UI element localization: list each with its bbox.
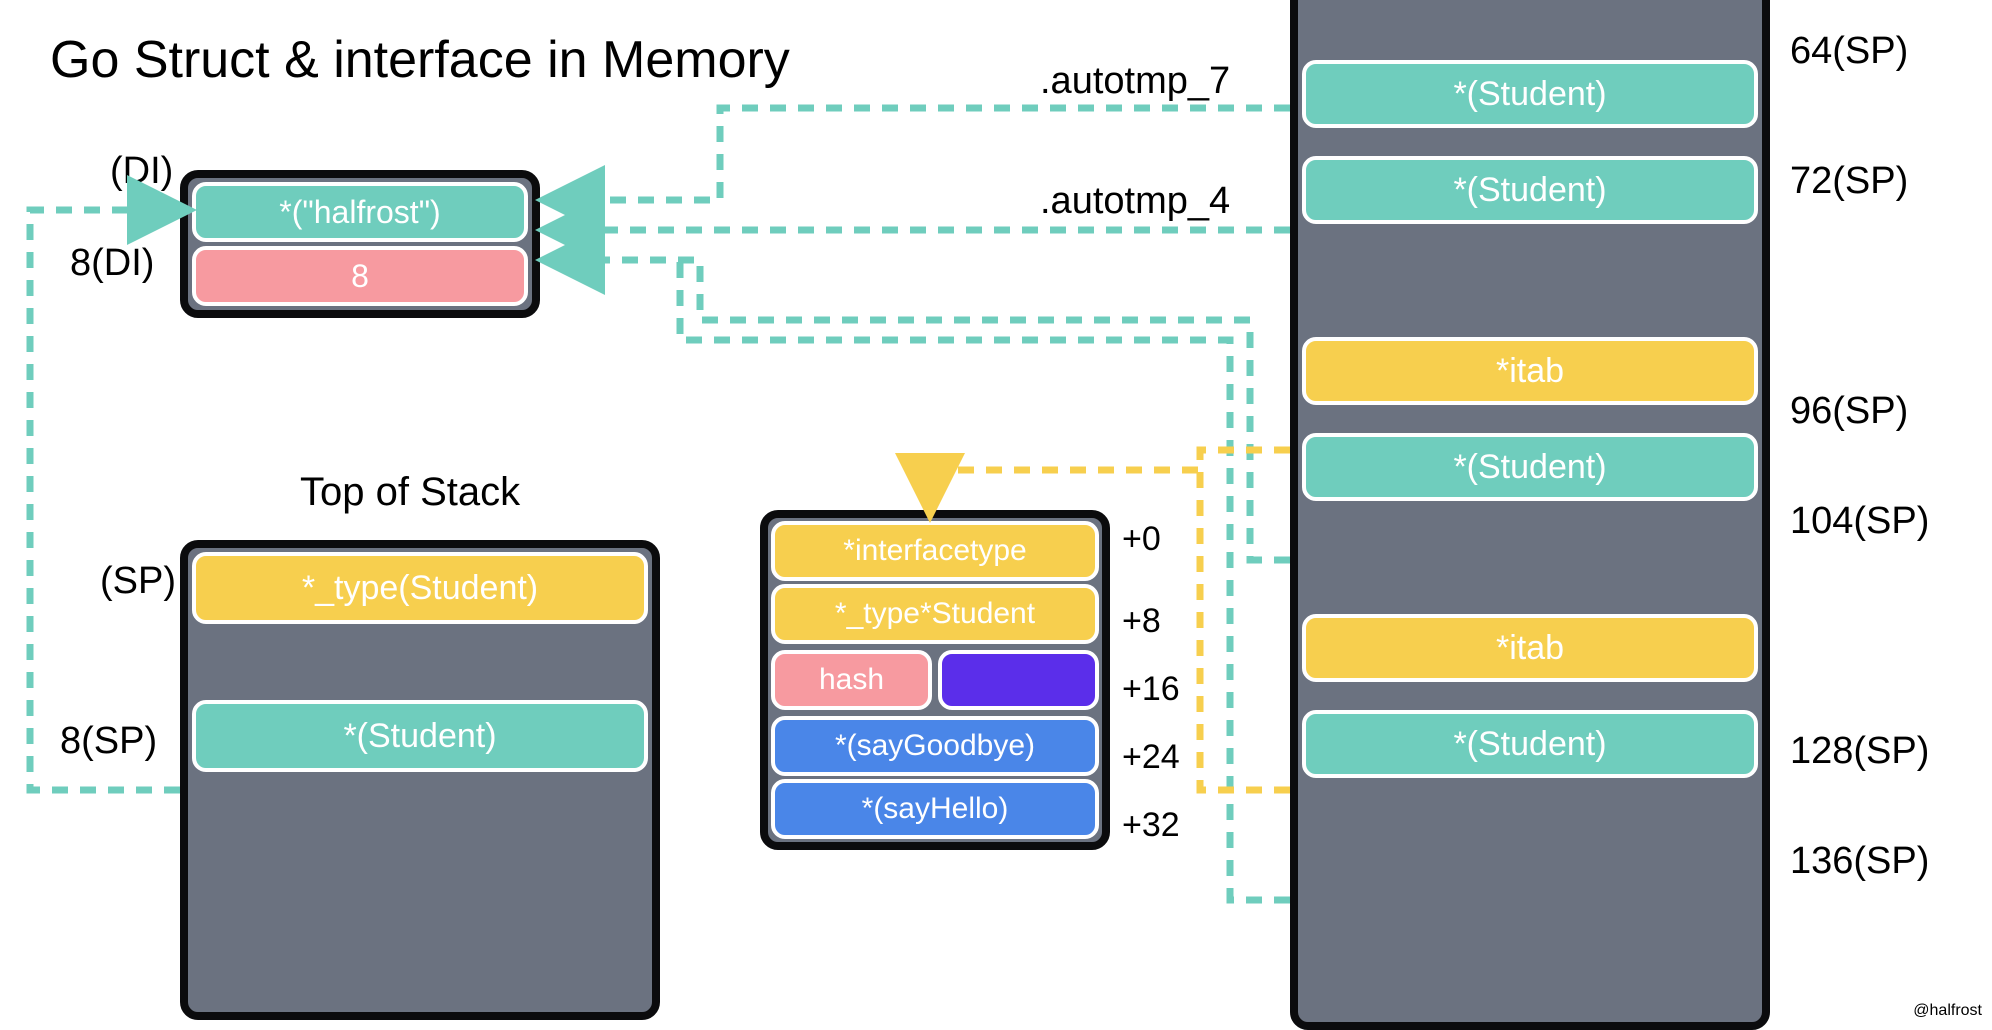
itab-offset-16: +16 — [1122, 670, 1180, 709]
watermark: @halfrost — [1913, 1002, 1982, 1020]
label-sp72: 72(SP) — [1790, 160, 1908, 203]
tos-cell-type-student: *_type(Student) — [192, 552, 648, 624]
itab-cell-interfacetype: *interfacetype — [771, 521, 1099, 581]
itab-offset-8: +8 — [1122, 602, 1161, 641]
label-autotmp4: .autotmp_4 — [1040, 180, 1230, 223]
label-sp96: 96(SP) — [1790, 390, 1908, 433]
label-sp: (SP) — [100, 560, 176, 603]
itab-cell-pad — [938, 650, 1099, 710]
itab-cell-type-student: *_type*Student — [771, 584, 1099, 644]
itab-cell-hash: hash — [771, 650, 932, 710]
label-autotmp7: .autotmp_7 — [1040, 60, 1230, 103]
page-title: Go Struct & interface in Memory — [50, 30, 790, 90]
itab-cell-sayhello: *(sayHello) — [771, 779, 1099, 839]
label-8sp: 8(SP) — [60, 720, 157, 763]
label-sp128: 128(SP) — [1790, 730, 1929, 773]
rstack-cell-72: *(Student) — [1302, 156, 1758, 224]
itab-offset-0: +0 — [1122, 520, 1161, 559]
label-sp136: 136(SP) — [1790, 840, 1929, 883]
label-sp64: 64(SP) — [1790, 30, 1908, 73]
di-cell-8: 8 — [192, 246, 528, 306]
itab-offset-24: +24 — [1122, 738, 1180, 777]
rstack-cell-128: *itab — [1302, 614, 1758, 682]
di-cell-halfrost: *("halfrost") — [192, 182, 528, 242]
itab-cell-saygoodbye: *(sayGoodbye) — [771, 716, 1099, 776]
heading-top-of-stack: Top of Stack — [300, 470, 520, 515]
rstack-cell-64: *(Student) — [1302, 60, 1758, 128]
label-sp104: 104(SP) — [1790, 500, 1929, 543]
itab-offset-32: +32 — [1122, 806, 1180, 845]
label-8di: 8(DI) — [70, 242, 154, 285]
rstack-cell-136: *(Student) — [1302, 710, 1758, 778]
rstack-cell-96: *itab — [1302, 337, 1758, 405]
rstack-cell-104: *(Student) — [1302, 433, 1758, 501]
label-di: (DI) — [110, 150, 173, 193]
tos-cell-student-ptr: *(Student) — [192, 700, 648, 772]
